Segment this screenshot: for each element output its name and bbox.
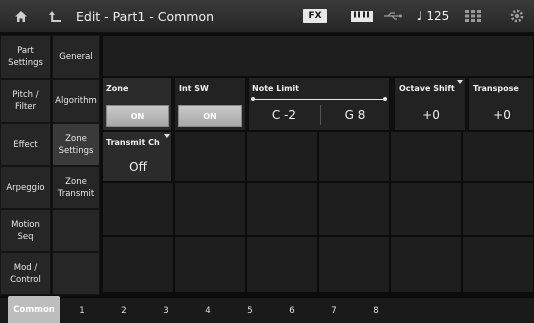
tab-part-3[interactable]: 3 (152, 298, 180, 323)
grid-cell (462, 131, 534, 182)
grid-cell (174, 182, 246, 236)
grid-row-top (102, 35, 534, 77)
menu-motion-seq[interactable]: Motion Seq (0, 209, 51, 252)
gear-icon[interactable] (506, 0, 528, 32)
fx-indicator[interactable]: FX (303, 9, 327, 23)
menu-empty-1 (52, 209, 100, 252)
tab-part-4[interactable]: 4 (194, 298, 222, 323)
bottom-tab-bar: Common 1 2 3 4 5 6 7 8 (0, 296, 534, 323)
zone-label: Zone (106, 84, 129, 93)
grid-cell (390, 236, 462, 293)
grid-cell (462, 182, 534, 236)
transpose-param[interactable]: Transpose +0 (468, 77, 534, 131)
menu-zone-settings[interactable]: Zone Settings (52, 123, 100, 166)
menu-effect[interactable]: Effect (0, 123, 51, 166)
grid-cell (102, 182, 174, 236)
octave-shift-value[interactable]: +0 (395, 108, 467, 122)
menu-pitch-filter[interactable]: Pitch / Filter (0, 79, 51, 123)
menu-algorithm[interactable]: Algorithm (52, 79, 100, 123)
octave-shift-label: Octave Shift (399, 84, 455, 93)
note-limit-range-line (253, 99, 386, 100)
grid-cell (318, 236, 390, 293)
note-limit-label: Note Limit (252, 84, 299, 93)
tempo-value: 125 (426, 9, 450, 23)
tab-common[interactable]: Common (8, 296, 60, 323)
tab-part-6[interactable]: 6 (278, 298, 306, 323)
note-limit-high-dot (383, 97, 387, 101)
zone-on-button[interactable]: ON (106, 105, 169, 127)
note-limit-high-value[interactable]: G 8 (324, 108, 386, 122)
note-limit-low-dot (251, 97, 255, 101)
transpose-value[interactable]: +0 (469, 108, 534, 122)
keyboard-icon (348, 0, 376, 32)
grid-cell (318, 131, 390, 182)
int-sw-label: Int SW (179, 84, 209, 93)
return-icon[interactable] (40, 0, 70, 32)
transpose-label: Transpose (473, 84, 519, 93)
tab-part-8[interactable]: 8 (362, 298, 390, 323)
grid-cell (246, 182, 318, 236)
int-sw-param[interactable]: Int SW ON (174, 77, 246, 131)
parameter-area: Zone ON Int SW ON Note Limit C -2 G 8 Oc… (102, 35, 534, 293)
screen: Edit - Part1 - Common FX ♩ 125 Part Sett… (0, 0, 534, 323)
note-limit-low-value[interactable]: C -2 (253, 108, 315, 122)
transmit-ch-label: Transmit Ch (106, 138, 160, 147)
grid-cell (246, 131, 318, 182)
page-title: Edit - Part1 - Common (76, 8, 215, 24)
grid-cell (102, 236, 174, 293)
transmit-ch-value[interactable]: Off (103, 160, 173, 174)
menu-mod-control[interactable]: Mod / Control (0, 252, 51, 295)
tab-part-1[interactable]: 1 (68, 298, 96, 323)
note-icon: ♩ (416, 9, 423, 23)
note-limit-divider (320, 105, 321, 125)
menu-zone-transmit[interactable]: Zone Transmit (52, 166, 100, 209)
grid-cell (318, 182, 390, 236)
grid-cell (390, 182, 462, 236)
transmit-ch-param[interactable]: Transmit Ch Off (102, 131, 172, 182)
int-sw-on-button[interactable]: ON (178, 105, 242, 127)
tab-part-5[interactable]: 5 (236, 298, 264, 323)
grid-cell (174, 131, 246, 182)
dropdown-triangle-icon (164, 134, 170, 138)
grid-cell (174, 236, 246, 293)
menu-part-settings[interactable]: Part Settings (0, 35, 51, 79)
grid-cell (462, 236, 534, 293)
home-icon[interactable] (8, 0, 34, 32)
top-bar: Edit - Part1 - Common FX ♩ 125 (0, 0, 534, 33)
zone-param[interactable]: Zone ON (102, 77, 172, 131)
tempo-display[interactable]: ♩ 125 (410, 0, 456, 32)
tab-part-2[interactable]: 2 (110, 298, 138, 323)
menu-general[interactable]: General (52, 35, 100, 79)
usb-icon (380, 0, 406, 32)
dropdown-triangle-icon (457, 80, 463, 84)
octave-shift-param[interactable]: Octave Shift +0 (394, 77, 466, 131)
grid-cell (246, 236, 318, 293)
menu-empty-2 (52, 252, 100, 295)
note-limit-param[interactable]: Note Limit C -2 G 8 (248, 77, 390, 131)
tab-part-7[interactable]: 7 (320, 298, 348, 323)
menu-arpeggio[interactable]: Arpeggio (0, 166, 51, 209)
grid-icon[interactable] (463, 0, 483, 32)
grid-cell (390, 131, 462, 182)
